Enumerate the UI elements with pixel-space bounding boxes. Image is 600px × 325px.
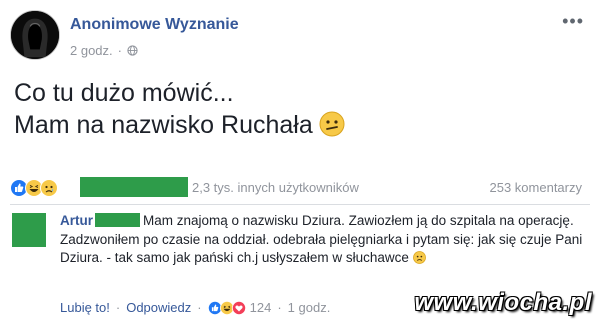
divider <box>10 204 590 205</box>
comment-reply-button[interactable]: Odpowiedz <box>126 300 191 315</box>
post-author[interactable]: Anonimowe Wyznanie <box>70 16 239 34</box>
post-time[interactable]: 2 godz. <box>70 43 113 58</box>
comments-count[interactable]: 253 komentarzy <box>490 180 583 195</box>
comment-reactions[interactable] <box>207 300 246 315</box>
post-text: Co tu dużo mówić... Mam na nazwisko Ruch… <box>14 77 574 141</box>
watermark: www.wiocha.pl <box>414 289 592 316</box>
action-sep-1: · <box>115 300 121 315</box>
post-header: Anonimowe Wyznanie 2 godz. · ••• <box>10 10 590 62</box>
comment-time[interactable]: 1 godz. <box>288 300 331 315</box>
worried-emoji-icon <box>412 251 426 264</box>
reactions-others-text[interactable]: 2,3 tys. innych użytkowników <box>192 180 359 195</box>
comment: Artur Mam znajomą o nazwisku Dziura. Zawi… <box>60 212 585 268</box>
more-options-icon[interactable]: ••• <box>562 12 584 30</box>
page-avatar[interactable] <box>10 10 60 60</box>
reaction-icons[interactable] <box>10 179 58 197</box>
action-sep-3: · <box>277 300 282 315</box>
reactions-bar: 2,3 tys. innych użytkowników 253 komenta… <box>10 177 590 199</box>
hooded-figure-icon <box>11 11 59 59</box>
censored-surname-block <box>95 213 140 227</box>
meta-dot: · <box>117 43 122 58</box>
commenter-name[interactable]: Artur <box>60 213 93 228</box>
post-text-line-1: Co tu dużo mówić... <box>14 79 234 107</box>
comment-like-button[interactable]: Lubię to! <box>60 300 110 315</box>
confused-emoji-icon <box>319 111 345 137</box>
love-icon <box>231 300 246 315</box>
action-sep-2: · <box>197 300 202 315</box>
commenter-avatar-censored[interactable] <box>12 213 46 247</box>
post-meta: 2 godz. · <box>70 43 138 58</box>
censored-names-block <box>80 177 188 197</box>
comment-actions: Lubię to! · Odpowiedz · 124 · 1 godz. <box>60 300 330 315</box>
comment-reaction-count[interactable]: 124 <box>250 300 272 315</box>
post-text-line-2-wrap: Mam na nazwisko Ruchała <box>14 109 574 141</box>
sad-icon <box>40 179 58 197</box>
post-text-line-2: Mam na nazwisko Ruchała <box>14 111 313 139</box>
globe-icon <box>127 45 138 56</box>
